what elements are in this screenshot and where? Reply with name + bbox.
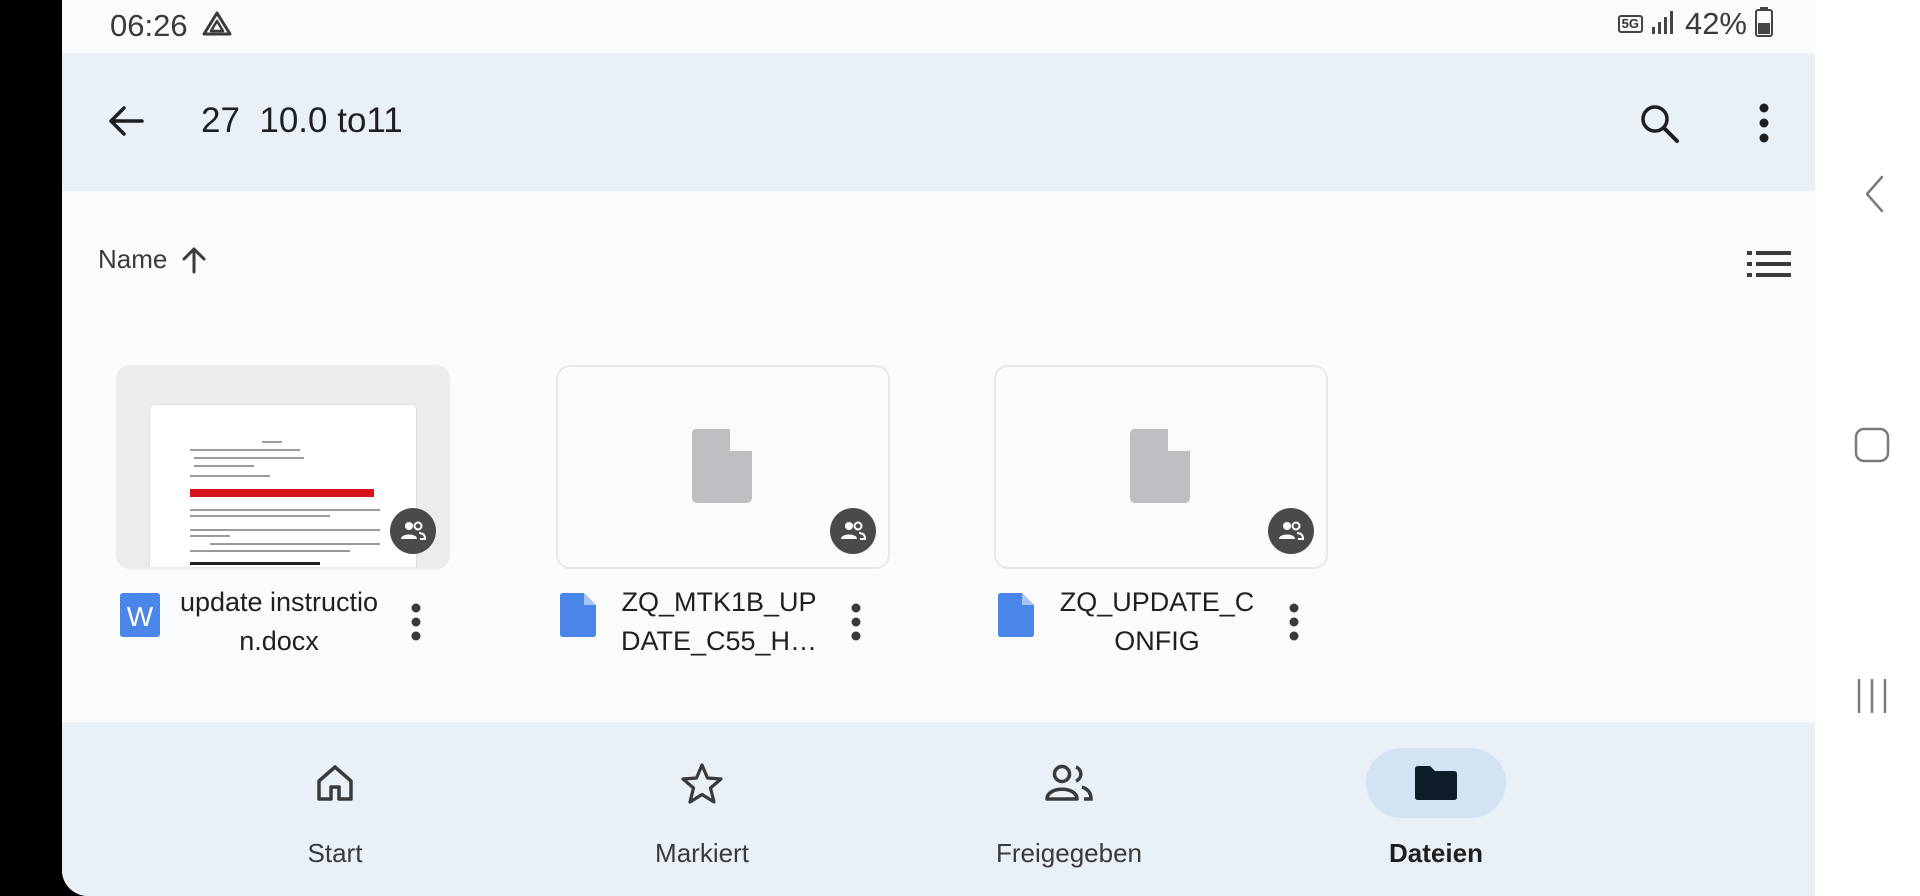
doc-file-icon (998, 593, 1038, 637)
shared-badge (1268, 508, 1314, 554)
more-vert-icon (851, 603, 861, 641)
svg-text:W: W (127, 601, 154, 632)
arrow-up-icon (182, 247, 206, 273)
bottom-navigation: Start Markiert Freigegeben Dateien (62, 722, 1815, 896)
word-file-icon: W (120, 593, 160, 637)
generic-file-icon (1130, 429, 1190, 508)
more-vert-icon (1289, 603, 1299, 641)
nav-label: Dateien (1389, 838, 1483, 868)
sort-button[interactable]: Name (98, 244, 207, 275)
system-back-button[interactable] (1859, 172, 1889, 216)
battery-icon (1755, 6, 1773, 42)
system-recents-button[interactable] (1852, 676, 1892, 716)
back-button[interactable] (100, 95, 152, 147)
chevron-left-icon (1865, 175, 1884, 213)
shared-badge (390, 508, 436, 554)
status-bar: 06:26 5G 42% (62, 0, 1815, 53)
file-thumbnail[interactable] (556, 365, 890, 569)
nav-item-dateien[interactable]: Dateien (1286, 722, 1586, 896)
nav-item-freigegeben[interactable]: Freigegeben (919, 722, 1219, 896)
folder-title: 27 10.0 to11 (201, 101, 403, 140)
nav-item-start[interactable]: Start (185, 722, 485, 896)
shared-icon (1045, 764, 1093, 801)
file-card-zq-update-config[interactable]: ZQ_UPDATE_CONFIG (994, 365, 1328, 670)
file-more-button[interactable] (836, 597, 876, 647)
drive-icon (202, 11, 232, 42)
nav-item-markiert[interactable]: Markiert (552, 722, 852, 896)
home-icon (317, 765, 353, 801)
document-preview (150, 405, 416, 567)
signal-icon (1651, 9, 1677, 40)
arrow-back-icon (109, 106, 144, 136)
active-indicator (1366, 748, 1506, 818)
top-app-bar: 27 10.0 to11 (62, 53, 1815, 191)
status-icons: 5G 42% (1617, 6, 1773, 42)
square-icon (1854, 427, 1890, 463)
nav-label: Freigegeben (996, 838, 1142, 868)
more-vert-icon (411, 603, 421, 641)
recents-icon (1857, 678, 1887, 714)
nav-label: Markiert (655, 838, 749, 868)
search-icon (1641, 105, 1679, 143)
app-screen: 06:26 5G 42% 27 10.0 to11 Name W update … (62, 0, 1815, 896)
generic-file-icon (692, 429, 752, 508)
file-more-button[interactable] (396, 597, 436, 647)
doc-file-icon (560, 593, 600, 637)
file-thumbnail[interactable] (994, 365, 1328, 569)
people-icon (401, 521, 426, 540)
file-card-update-instruction[interactable]: W update instruction.docx (116, 365, 450, 670)
battery-percent: 42% (1684, 6, 1747, 41)
file-card-zq-mtk1b-update[interactable]: ZQ_MTK1B_UPDATE_C55_H… (556, 365, 890, 670)
list-view-toggle[interactable] (1742, 244, 1796, 284)
file-name: update instruction.docx (179, 587, 379, 656)
file-name: ZQ_UPDATE_CONFIG (1059, 587, 1255, 656)
people-icon (841, 521, 866, 540)
shared-badge (830, 508, 876, 554)
sort-label: Name (98, 244, 168, 274)
file-name: ZQ_MTK1B_UPDATE_C55_H… (620, 587, 818, 656)
search-button[interactable] (1631, 95, 1687, 151)
file-thumbnail[interactable] (116, 365, 450, 569)
folder-icon (1415, 766, 1457, 800)
list-view-icon (1747, 251, 1791, 277)
people-icon (1279, 521, 1304, 540)
system-navigation-bar (1815, 0, 1920, 896)
status-time: 06:26 (110, 8, 188, 43)
more-vert-icon (1759, 103, 1769, 143)
more-options-button[interactable] (1739, 95, 1789, 151)
network-type-badge: 5G (1617, 15, 1643, 33)
file-more-button[interactable] (1274, 597, 1314, 647)
star-icon (681, 763, 723, 804)
nav-label: Start (307, 838, 363, 868)
system-home-button[interactable] (1852, 425, 1892, 465)
